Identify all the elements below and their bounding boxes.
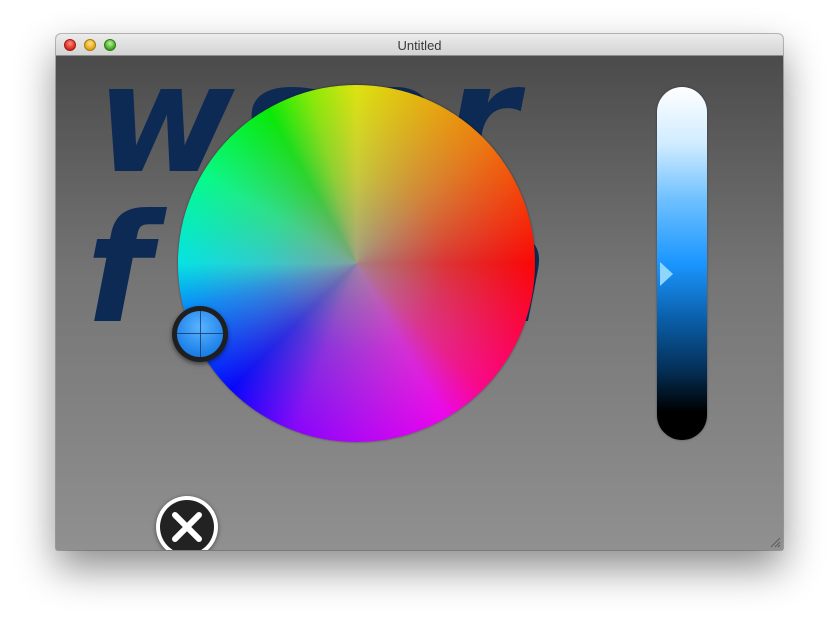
close-button[interactable] <box>156 496 218 550</box>
window-title: Untitled <box>397 38 442 53</box>
color-wheel[interactable] <box>178 85 535 442</box>
canvas-area[interactable]: wser f on <box>56 56 783 550</box>
brightness-slider-knob[interactable] <box>660 262 673 287</box>
color-picker-handle[interactable] <box>172 306 228 362</box>
resize-grip-icon[interactable] <box>769 536 781 548</box>
crosshair-vertical <box>200 311 201 357</box>
close-x-icon <box>172 512 202 542</box>
app-window: Untitled wser f on <box>56 34 783 550</box>
saturation-overlay <box>178 85 535 442</box>
title-bar[interactable]: Untitled <box>56 34 783 56</box>
